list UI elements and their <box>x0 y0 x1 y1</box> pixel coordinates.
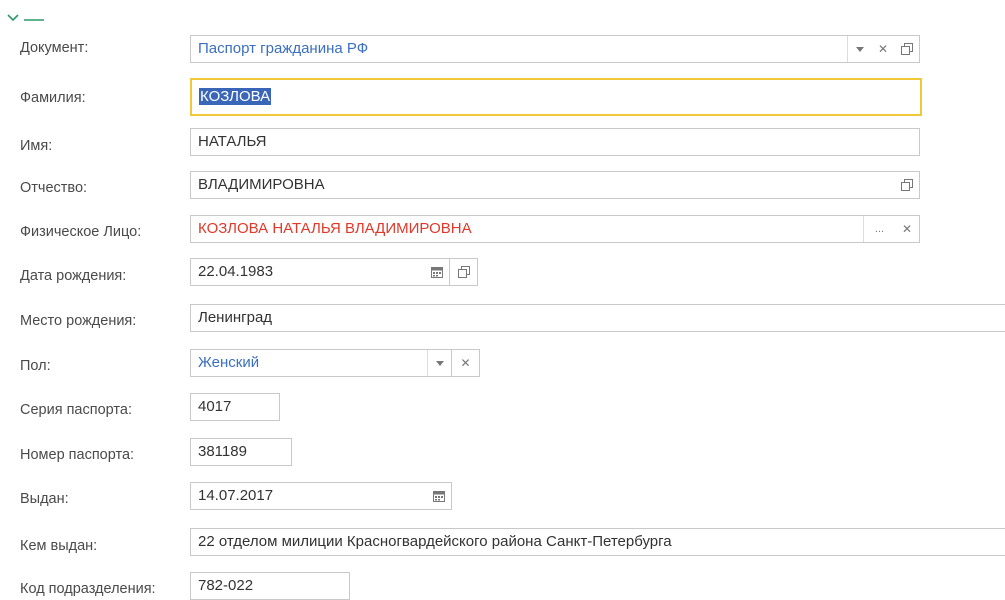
issued-field[interactable]: 14.07.2017 <box>190 482 452 510</box>
gender-field[interactable]: Женский <box>190 349 452 377</box>
birth-place-value[interactable]: Ленинград <box>191 305 1005 331</box>
close-icon: ✕ <box>460 356 471 370</box>
birth-place-label: Место рождения: <box>20 313 137 329</box>
birth-date-field[interactable]: 22.04.1983 <box>190 258 450 286</box>
issued-value[interactable]: 14.07.2017 <box>191 483 427 509</box>
patronymic-label: Отчество: <box>20 180 88 196</box>
birth-place-field[interactable]: Ленинград <box>190 304 1005 332</box>
close-icon: ✕ <box>901 222 913 236</box>
patronymic-open-button[interactable] <box>895 172 919 198</box>
ellipsis-icon: ... <box>874 223 885 235</box>
close-icon: ✕ <box>877 42 889 56</box>
person-value[interactable]: КОЗЛОВА НАТАЛЬЯ ВЛАДИМИРОВНА <box>191 216 863 242</box>
triangle-down-icon <box>855 47 864 52</box>
person-label: Физическое Лицо: <box>20 224 142 240</box>
series-value[interactable]: 4017 <box>191 394 279 420</box>
number-field[interactable]: 381189 <box>190 438 292 466</box>
gender-value[interactable]: Женский <box>191 350 427 376</box>
dept-code-value[interactable]: 782-022 <box>191 573 349 599</box>
name-value[interactable]: НАТАЛЬЯ <box>191 129 919 155</box>
issued-by-value[interactable]: 22 отделом милиции Красногвардейского ра… <box>191 529 1005 555</box>
chevron-down-icon <box>7 14 44 22</box>
open-window-icon <box>901 43 913 55</box>
birth-date-open-button[interactable] <box>450 258 478 286</box>
number-value[interactable]: 381189 <box>191 439 291 465</box>
triangle-down-icon <box>435 361 444 366</box>
patronymic-field[interactable]: ВЛАДИМИРОВНА <box>190 171 920 199</box>
issued-by-field[interactable]: 22 отделом милиции Красногвардейского ра… <box>190 528 1005 556</box>
document-field[interactable]: Паспорт гражданина РФ ✕ <box>190 35 920 63</box>
surname-label: Фамилия: <box>20 90 86 106</box>
person-select-button[interactable]: ... <box>863 216 895 242</box>
open-window-icon <box>457 266 470 278</box>
document-label: Документ: <box>20 40 89 56</box>
issued-calendar-button[interactable] <box>427 483 451 509</box>
birth-date-value[interactable]: 22.04.1983 <box>191 259 425 285</box>
calendar-icon <box>433 491 445 502</box>
gender-label: Пол: <box>20 358 51 374</box>
calendar-icon <box>431 267 443 278</box>
issued-by-label: Кем выдан: <box>20 538 98 554</box>
person-clear-button[interactable]: ✕ <box>895 216 919 242</box>
name-field[interactable]: НАТАЛЬЯ <box>190 128 920 156</box>
birth-date-calendar-button[interactable] <box>425 259 449 285</box>
gender-dropdown-button[interactable] <box>427 350 451 376</box>
number-label: Номер паспорта: <box>20 447 135 463</box>
series-label: Серия паспорта: <box>20 402 132 418</box>
surname-value[interactable]: КОЗЛОВА <box>192 84 920 110</box>
series-field[interactable]: 4017 <box>190 393 280 421</box>
open-window-icon <box>901 179 913 191</box>
document-clear-button[interactable]: ✕ <box>871 36 895 62</box>
birth-date-label: Дата рождения: <box>20 268 127 284</box>
dept-code-field[interactable]: 782-022 <box>190 572 350 600</box>
document-value[interactable]: Паспорт гражданина РФ <box>191 36 847 62</box>
issued-label: Выдан: <box>20 491 69 507</box>
document-open-button[interactable] <box>895 36 919 62</box>
gender-clear-button[interactable]: ✕ <box>452 349 480 377</box>
person-field[interactable]: КОЗЛОВА НАТАЛЬЯ ВЛАДИМИРОВНА ... ✕ <box>190 215 920 243</box>
dept-code-label: Код подразделения: <box>20 581 156 597</box>
name-label: Имя: <box>20 138 53 154</box>
group-collapse-toggle[interactable] <box>6 10 46 30</box>
document-dropdown-button[interactable] <box>847 36 871 62</box>
surname-field[interactable]: КОЗЛОВА <box>190 78 922 116</box>
patronymic-value[interactable]: ВЛАДИМИРОВНА <box>191 172 895 198</box>
